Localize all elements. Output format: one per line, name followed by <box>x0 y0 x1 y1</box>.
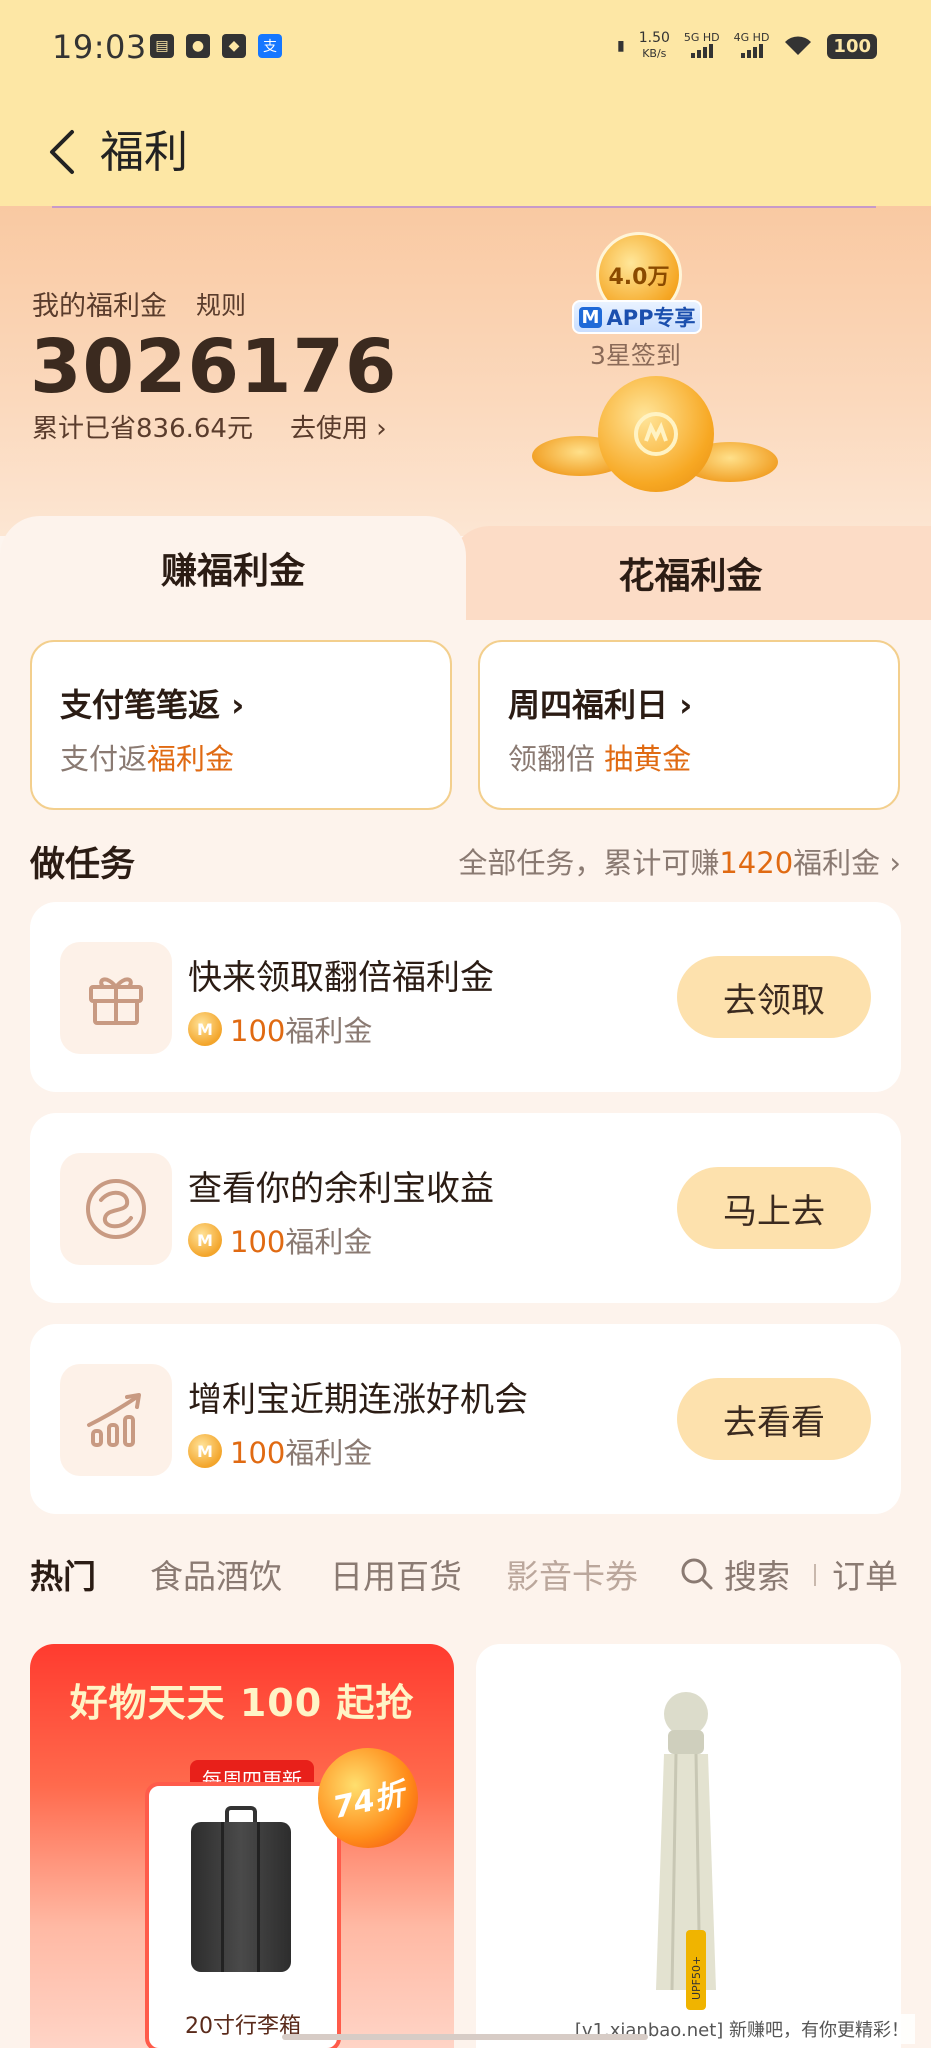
coin-pile-icon <box>532 376 782 506</box>
message-icon: ◆ <box>222 34 246 58</box>
notification-icons: ▤ ● ◆ 支 <box>150 34 282 58</box>
search-icon <box>681 1558 713 1590</box>
coin-icon: M <box>188 1223 222 1257</box>
clipboard-icon: ▤ <box>150 34 174 58</box>
status-time: 19:03 <box>52 28 147 66</box>
suitcase-image <box>191 1806 291 1972</box>
rules-link[interactable]: 规则 <box>196 286 246 322</box>
battery-icon: 100 <box>827 33 877 59</box>
task-card: 查看你的余利宝收益 M 100福利金 马上去 <box>30 1113 901 1303</box>
coin-icon: M <box>188 1012 222 1046</box>
tasks-section-header: 做任务 全部任务，累计可赚1420福利金 › <box>30 832 901 888</box>
section-title: 做任务 <box>30 845 136 885</box>
all-tasks-link[interactable]: 全部任务，累计可赚1420福利金 › <box>458 840 901 882</box>
category-bar: 热门 食品酒饮 日用百货 影音卡券 搜索 订单 <box>30 1544 901 1604</box>
tab-earn[interactable]: 赚福利金 <box>0 516 466 620</box>
checkin-label[interactable]: 3星签到 <box>590 336 681 372</box>
category-media-vouchers[interactable]: 影音卡券 <box>506 1550 638 1598</box>
product-banner: 好物天天 100 起抢 <box>69 1681 415 1725</box>
signal-bars-icon <box>690 43 713 58</box>
yulibao-icon <box>60 1153 172 1265</box>
signal-5g: 5G HD <box>684 31 720 61</box>
chevron-left-icon <box>50 130 74 174</box>
promo-card-payment-cashback[interactable]: 支付笔笔返 › 支付返福利金 <box>30 640 452 810</box>
chevron-right-icon: › <box>220 686 245 724</box>
status-right: ▮ 1.50 KB/s 5G HD 4G HD 100 <box>617 30 877 62</box>
nav-bar: 福利 <box>0 100 931 206</box>
chevron-right-icon: › <box>880 846 901 880</box>
umbrella-image: UPF50+ <box>656 1692 716 2010</box>
signal-4g: 4G HD <box>734 31 769 61</box>
growth-chart-icon <box>60 1364 172 1476</box>
network-speed: 1.50 KB/s <box>638 30 670 60</box>
product-card-umbrella[interactable]: UPF50+ <box>476 1644 901 2048</box>
signal-bars-icon <box>740 43 763 58</box>
search-button[interactable]: 搜索 <box>680 1550 790 1598</box>
product-image-frame: 20寸行李箱 <box>145 1782 341 2048</box>
task-title: 增利宝近期连涨好机会 <box>188 1380 528 1420</box>
task-card: 增利宝近期连涨好机会 M 100福利金 去看看 <box>30 1324 901 1514</box>
chevron-right-icon: › <box>368 414 387 444</box>
task-reward: M 100福利金 <box>188 1219 372 1261</box>
take-a-look-button[interactable]: 去看看 <box>677 1378 871 1460</box>
wallet-label: 我的福利金 <box>32 291 167 322</box>
back-button[interactable] <box>30 120 94 184</box>
go-now-button[interactable]: 马上去 <box>677 1167 871 1249</box>
promo-card-thursday-day[interactable]: 周四福利日 › 领翻倍 抽黄金 <box>478 640 900 810</box>
task-title: 快来领取翻倍福利金 <box>188 958 494 998</box>
home-indicator[interactable] <box>282 2034 648 2040</box>
wallet-balance: 3026176 <box>30 324 398 410</box>
m-logo-icon: M <box>578 306 603 328</box>
category-food-drinks[interactable]: 食品酒饮 <box>150 1550 282 1598</box>
divider <box>52 206 876 208</box>
claim-button[interactable]: 去领取 <box>677 956 871 1038</box>
tab-spend[interactable]: 花福利金 <box>450 526 931 620</box>
category-hot[interactable]: 热门 <box>30 1550 96 1598</box>
orders-link[interactable]: 订单 <box>832 1550 898 1598</box>
task-reward: M 100福利金 <box>188 1430 372 1472</box>
status-bar: 19:03 ▤ ● ◆ 支 ▮ 1.50 KB/s 5G HD 4G HD 10… <box>0 0 931 100</box>
chevron-right-icon: › <box>668 686 693 724</box>
wallet-header: 我的福利金 规则 3026176 累计已省836.64元 去使用 › 4.0万 … <box>0 206 931 536</box>
go-use-link[interactable]: 去使用 › <box>290 408 387 445</box>
category-daily-goods[interactable]: 日用百货 <box>330 1550 462 1598</box>
coin-icon <box>598 376 714 492</box>
wifi-icon <box>785 36 812 55</box>
gift-icon <box>60 942 172 1054</box>
alipay-icon: 支 <box>258 34 282 58</box>
coin-icon: M <box>188 1434 222 1468</box>
task-card: 快来领取翻倍福利金 M 100福利金 去领取 <box>30 902 901 1092</box>
total-saved: 累计已省836.64元 <box>32 414 253 444</box>
wechat-icon: ● <box>186 34 210 58</box>
page-title: 福利 <box>100 127 188 178</box>
vibrate-icon: ▮ <box>617 38 625 54</box>
task-title: 查看你的余利宝收益 <box>188 1169 494 1209</box>
tab-bar: 花福利金 赚福利金 <box>0 516 931 620</box>
app-exclusive-badge: M APP专享 <box>572 300 702 334</box>
divider <box>814 1564 816 1586</box>
task-reward: M 100福利金 <box>188 1008 372 1050</box>
svg-text:UPF50+: UPF50+ <box>690 1956 703 2000</box>
product-card-suitcase[interactable]: 好物天天 100 起抢 每周四更新 20寸行李箱 74折 <box>30 1644 454 2048</box>
